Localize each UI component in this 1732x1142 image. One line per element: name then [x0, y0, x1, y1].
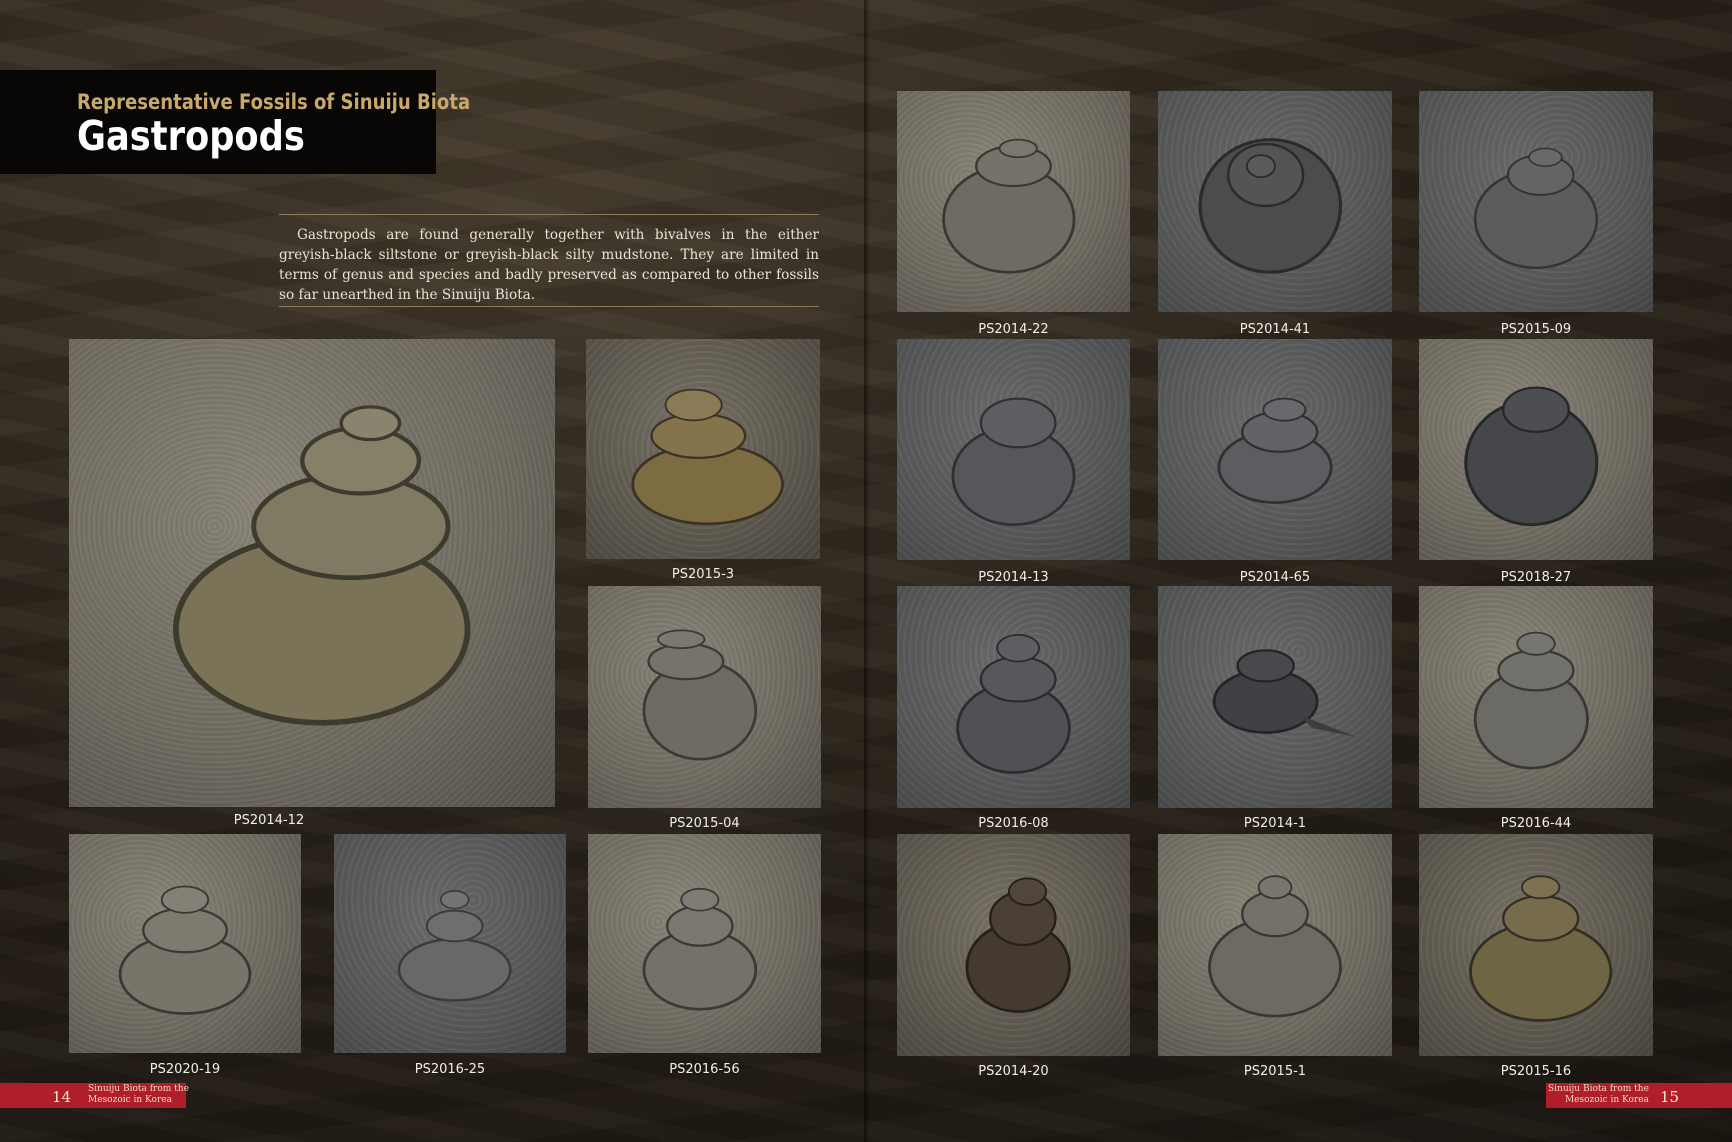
caption-ps2015-1: PS2015-1 — [1243, 1064, 1307, 1079]
fossil-photo-ps2018-27 — [1419, 339, 1653, 560]
caption-ps2015-16: PS2015-16 — [1500, 1064, 1572, 1079]
caption-ps2015-04: PS2015-04 — [669, 816, 740, 831]
caption-ps2015-3: PS2015-3 — [671, 567, 735, 582]
page-number-left: 14 — [52, 1088, 72, 1106]
fossil-photo-ps2015-3 — [586, 339, 820, 559]
caption-ps2014-1: PS2014-1 — [1243, 816, 1307, 831]
fossil-photo-ps2016-44 — [1419, 586, 1653, 808]
caption-ps2014-20: PS2014-20 — [978, 1064, 1049, 1079]
fossil-photo-ps2014-65 — [1158, 339, 1392, 560]
fossil-photo-ps2015-16 — [1419, 834, 1653, 1056]
intro-block: Gastropods are found generally together … — [279, 214, 819, 307]
caption-ps2015-09: PS2015-09 — [1500, 322, 1572, 337]
footer-line2-left: Mesozoic in Korea — [88, 1095, 172, 1105]
caption-ps2014-22: PS2014-22 — [978, 322, 1049, 337]
footer-book-title-right: Sinuiju Biota from the Mesozoic in Korea — [1548, 1084, 1649, 1106]
caption-ps2014-12: PS2014-12 — [233, 813, 305, 828]
caption-ps2016-08: PS2016-08 — [978, 816, 1049, 831]
fossil-photo-ps2015-04 — [588, 586, 821, 808]
page-gutter — [864, 0, 870, 1142]
caption-ps2014-41: PS2014-41 — [1239, 322, 1311, 337]
caption-ps2018-27: PS2018-27 — [1500, 570, 1572, 585]
fossil-photo-ps2014-1 — [1158, 586, 1392, 808]
footer-line1-right: Sinuiju Biota from the — [1548, 1084, 1649, 1094]
fossil-photo-ps2014-22 — [897, 91, 1130, 312]
caption-ps2016-25: PS2016-25 — [414, 1062, 486, 1077]
caption-ps2014-13: PS2014-13 — [978, 570, 1049, 585]
fossil-photo-ps2014-12 — [69, 339, 555, 807]
footer-line2-right: Mesozoic in Korea — [1564, 1095, 1649, 1105]
footer-book-title-left: Sinuiju Biota from the Mesozoic in Korea — [88, 1084, 189, 1106]
caption-ps2016-56: PS2016-56 — [669, 1062, 740, 1077]
fossil-photo-ps2015-09 — [1419, 91, 1653, 312]
caption-ps2020-19: PS2020-19 — [149, 1062, 221, 1077]
fossil-photo-ps2014-13 — [897, 339, 1130, 560]
caption-ps2016-44: PS2016-44 — [1500, 816, 1572, 831]
page-number-right: 15 — [1660, 1088, 1680, 1106]
fossil-photo-ps2014-20 — [897, 834, 1130, 1056]
fossil-photo-ps2015-1 — [1158, 834, 1392, 1056]
fossil-photo-ps2020-19 — [69, 834, 301, 1053]
footer-line1-left: Sinuiju Biota from the — [88, 1084, 189, 1094]
section-subtitle: Representative Fossils of Sinuiju Biota — [77, 90, 471, 114]
fossil-photo-ps2016-08 — [897, 586, 1130, 808]
caption-ps2014-65: PS2014-65 — [1239, 570, 1311, 585]
fossil-photo-ps2016-56 — [588, 834, 821, 1053]
intro-text: Gastropods are found generally together … — [279, 227, 819, 303]
fossil-photo-ps2014-41 — [1158, 91, 1392, 312]
fossil-photo-ps2016-25 — [334, 834, 566, 1053]
section-title: Gastropods — [77, 112, 305, 160]
